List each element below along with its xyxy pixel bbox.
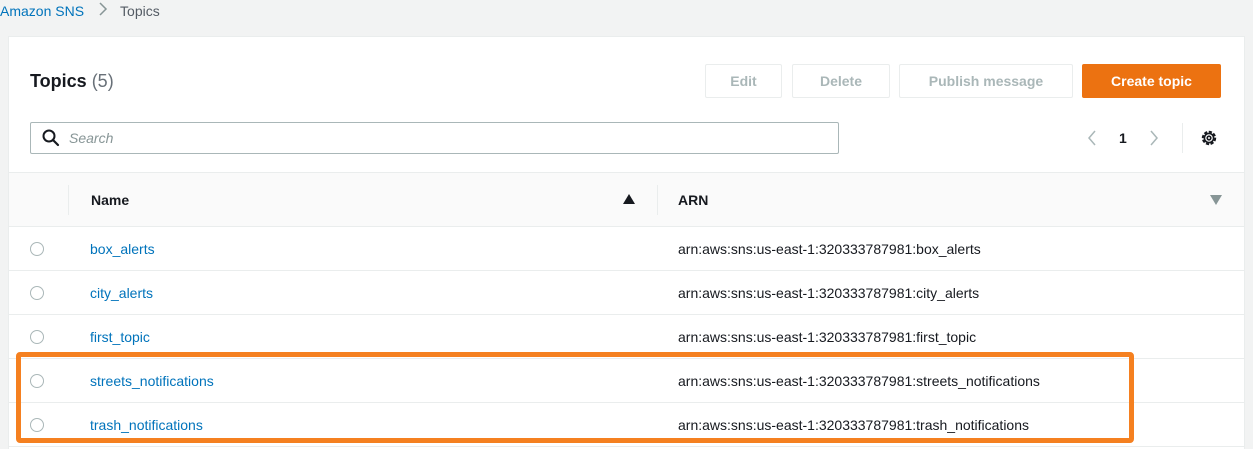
column-divider — [68, 185, 69, 215]
breadcrumb-amazon-sns-link[interactable]: Amazon SNS — [0, 3, 84, 19]
topic-name-link[interactable]: trash_notifications — [90, 417, 203, 433]
breadcrumb-current: Topics — [120, 3, 160, 19]
column-header-name[interactable]: Name — [91, 192, 129, 208]
panel-header: Topics (5) Edit Delete Publish message C… — [9, 37, 1244, 125]
row-select-radio[interactable] — [30, 286, 44, 300]
search-icon — [42, 129, 60, 147]
gear-icon[interactable] — [1199, 128, 1219, 148]
column-divider — [657, 185, 658, 215]
pagination: 1 — [1085, 126, 1161, 150]
breadcrumb-separator-icon — [98, 1, 108, 21]
row-select-radio[interactable] — [30, 374, 44, 388]
row-select-radio[interactable] — [30, 330, 44, 344]
row-select-radio[interactable] — [30, 242, 44, 256]
topic-name-link[interactable]: box_alerts — [90, 241, 155, 257]
table-row[interactable]: trash_notifications arn:aws:sns:us-east-… — [9, 403, 1244, 447]
topic-arn: arn:aws:sns:us-east-1:320333787981:stree… — [678, 373, 1040, 389]
sort-ascending-icon[interactable] — [623, 194, 635, 204]
sort-descending-icon[interactable] — [1210, 195, 1222, 205]
topic-arn: arn:aws:sns:us-east-1:320333787981:first… — [678, 329, 977, 345]
publish-message-button[interactable]: Publish message — [899, 64, 1073, 98]
breadcrumb: Amazon SNS Topics — [0, 0, 160, 22]
topic-count: (5) — [91, 71, 114, 91]
topic-arn: arn:aws:sns:us-east-1:320333787981:trash… — [678, 417, 1029, 433]
previous-page-icon[interactable] — [1085, 128, 1099, 148]
title-text: Topics — [30, 71, 87, 91]
column-header-arn[interactable]: ARN — [678, 192, 708, 208]
create-topic-button[interactable]: Create topic — [1082, 64, 1221, 98]
table-row[interactable]: first_topic arn:aws:sns:us-east-1:320333… — [9, 315, 1244, 359]
table-header: Name ARN — [9, 172, 1244, 227]
edit-button[interactable]: Edit — [705, 64, 782, 98]
table-row[interactable]: streets_notifications arn:aws:sns:us-eas… — [9, 359, 1244, 403]
topics-panel: Topics (5) Edit Delete Publish message C… — [8, 36, 1245, 449]
search-box[interactable] — [30, 122, 839, 154]
topic-name-link[interactable]: first_topic — [90, 329, 150, 345]
table-row[interactable]: city_alerts arn:aws:sns:us-east-1:320333… — [9, 271, 1244, 315]
page-title: Topics (5) — [30, 71, 114, 92]
pager-divider — [1182, 123, 1183, 153]
table-row[interactable]: box_alerts arn:aws:sns:us-east-1:3203337… — [9, 227, 1244, 271]
topic-name-link[interactable]: streets_notifications — [90, 373, 214, 389]
next-page-icon[interactable] — [1147, 128, 1161, 148]
topic-arn: arn:aws:sns:us-east-1:320333787981:city_… — [678, 285, 980, 301]
topics-table: Name ARN box_alerts arn:aws:sns:us-east-… — [9, 172, 1244, 447]
current-page-number[interactable]: 1 — [1119, 130, 1127, 146]
topic-arn: arn:aws:sns:us-east-1:320333787981:box_a… — [678, 241, 981, 257]
row-select-radio[interactable] — [30, 418, 44, 432]
topic-name-link[interactable]: city_alerts — [90, 285, 153, 301]
delete-button[interactable]: Delete — [792, 64, 890, 98]
search-input[interactable] — [69, 130, 769, 146]
